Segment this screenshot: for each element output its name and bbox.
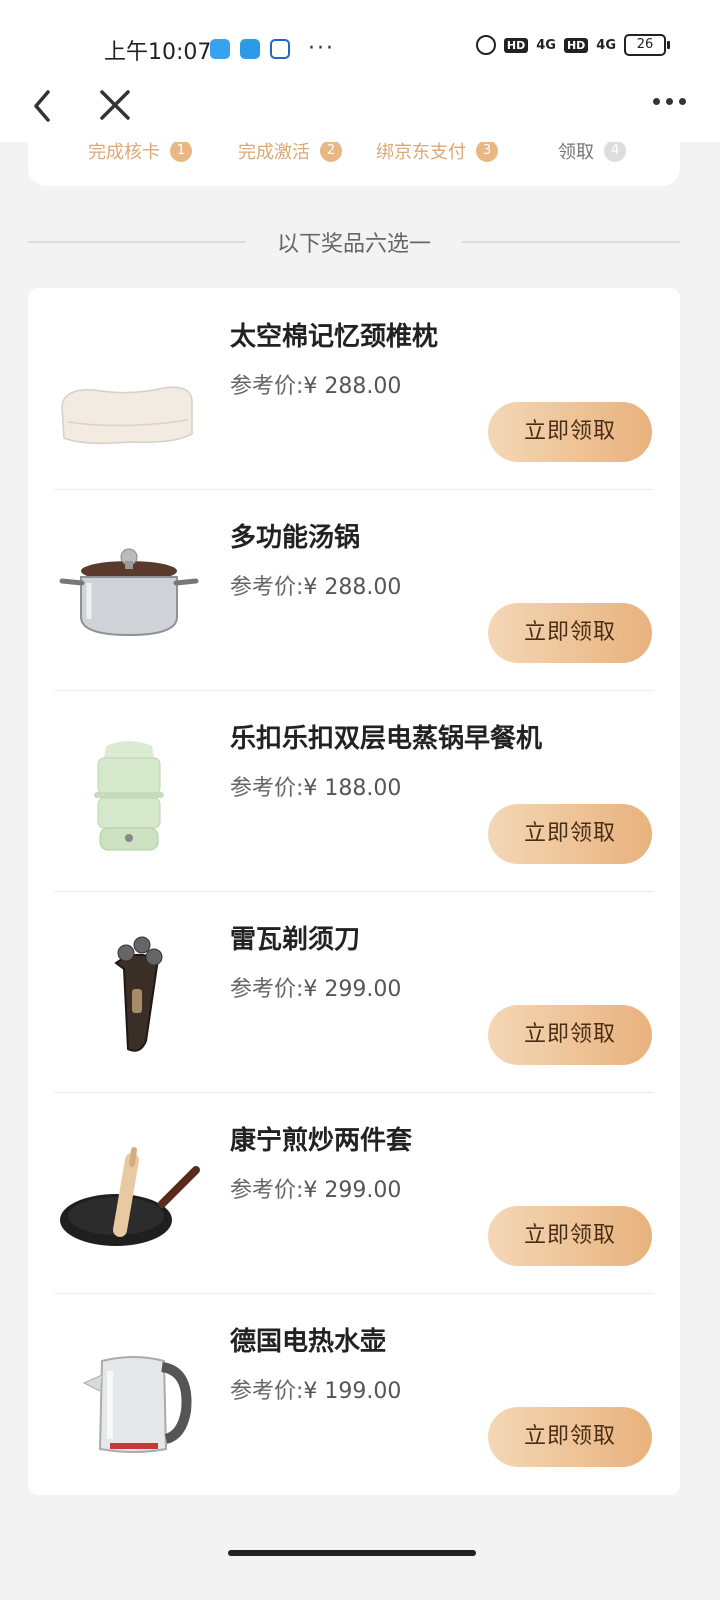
chevron-left-icon[interactable] xyxy=(28,86,58,126)
prize-name: 乐扣乐扣双层电蒸锅早餐机 xyxy=(230,724,543,754)
task-step-badge: 1 xyxy=(170,140,192,162)
price-value: ¥ 288.00 xyxy=(303,374,402,399)
price-label: 参考价: xyxy=(230,374,304,399)
more-dot xyxy=(666,98,673,105)
price-label: 参考价: xyxy=(230,977,304,1002)
price-label: 参考价: xyxy=(230,1178,304,1203)
prize-item: 德国电热水壶 参考价:¥ 199.00 立即领取 xyxy=(28,1293,680,1493)
more-dot xyxy=(653,98,660,105)
status-more-dots: ··· xyxy=(308,36,335,61)
kettle-icon xyxy=(82,1356,192,1453)
prize-name: 德国电热水壶 xyxy=(230,1327,387,1357)
prize-price: 参考价:¥ 288.00 xyxy=(230,368,401,400)
claim-button[interactable]: 立即领取 xyxy=(488,402,652,462)
task-step-badge: 3 xyxy=(476,140,498,162)
close-icon[interactable] xyxy=(98,88,132,122)
frying-pan-icon xyxy=(60,1147,200,1246)
message-app-icon xyxy=(240,38,260,59)
task-step-badge: 4 xyxy=(604,140,626,162)
item-separator xyxy=(54,690,654,691)
signal-b-icon: 4G xyxy=(596,37,616,53)
item-separator xyxy=(54,1293,654,1294)
status-time: 上午10:07 xyxy=(104,40,212,65)
price-value: ¥ 188.00 xyxy=(303,776,402,801)
pot-icon xyxy=(59,548,199,637)
price-value: ¥ 299.00 xyxy=(303,1178,402,1203)
prize-item: 多功能汤锅 参考价:¥ 288.00 立即领取 xyxy=(28,489,680,689)
claim-button[interactable]: 立即领取 xyxy=(488,1206,652,1266)
claim-button[interactable]: 立即领取 xyxy=(488,1407,652,1467)
more-icon[interactable] xyxy=(653,98,686,105)
prize-name: 雷瓦剃须刀 xyxy=(230,925,361,955)
prize-price: 参考价:¥ 188.00 xyxy=(230,770,401,802)
prize-item: 康宁煎炒两件套 参考价:¥ 299.00 立即领取 xyxy=(28,1092,680,1292)
prize-list: 太空棉记忆颈椎枕 参考价:¥ 288.00 立即领取 多功能汤锅 参考价:¥ 2… xyxy=(28,288,680,1495)
pillow-icon xyxy=(61,386,193,445)
claim-button[interactable]: 立即领取 xyxy=(488,603,652,663)
item-separator xyxy=(54,489,654,490)
prize-name: 太空棉记忆颈椎枕 xyxy=(230,322,439,352)
prize-item: 乐扣乐扣双层电蒸锅早餐机 参考价:¥ 188.00 立即领取 xyxy=(28,690,680,890)
nav-bar xyxy=(0,68,720,142)
price-label: 参考价: xyxy=(230,1379,304,1404)
more-dot xyxy=(679,98,686,105)
claim-button[interactable]: 立即领取 xyxy=(488,1005,652,1065)
section-divider: 以下奖品六选一 xyxy=(28,222,680,262)
hd-badge: HD xyxy=(503,37,529,53)
prize-price: 参考价:¥ 299.00 xyxy=(230,1172,401,1204)
item-separator xyxy=(54,891,654,892)
prize-item: 太空棉记忆颈椎枕 参考价:¥ 288.00 立即领取 xyxy=(28,288,680,488)
prize-item: 雷瓦剃须刀 参考价:¥ 299.00 立即领取 xyxy=(28,891,680,1091)
item-separator xyxy=(54,1092,654,1093)
bank-app-icon xyxy=(270,38,290,59)
prize-price: 参考价:¥ 199.00 xyxy=(230,1373,401,1405)
signal-a-icon: 4G xyxy=(536,37,556,53)
clock-app-icon xyxy=(210,38,230,59)
price-value: ¥ 199.00 xyxy=(303,1379,402,1404)
alarm-icon xyxy=(475,35,496,55)
prize-price: 参考价:¥ 288.00 xyxy=(230,569,401,601)
shaver-icon xyxy=(114,936,163,1052)
hd-badge-2: HD xyxy=(563,37,589,53)
price-label: 参考价: xyxy=(230,575,304,600)
prize-price: 参考价:¥ 299.00 xyxy=(230,971,401,1003)
price-value: ¥ 288.00 xyxy=(303,575,402,600)
price-label: 参考价: xyxy=(230,776,304,801)
steamer-icon xyxy=(94,741,164,851)
battery-icon: 26 xyxy=(624,34,670,56)
price-value: ¥ 299.00 xyxy=(303,977,402,1002)
status-indicators: HD 4G HD 4G 26 xyxy=(475,34,670,56)
divider-line-right xyxy=(462,241,680,243)
task-step-badge: 2 xyxy=(320,140,342,162)
home-indicator[interactable] xyxy=(228,1550,476,1556)
prize-name: 康宁煎炒两件套 xyxy=(230,1126,413,1156)
claim-button[interactable]: 立即领取 xyxy=(488,804,652,864)
prize-name: 多功能汤锅 xyxy=(230,523,361,553)
status-app-icons: ··· xyxy=(210,36,335,61)
